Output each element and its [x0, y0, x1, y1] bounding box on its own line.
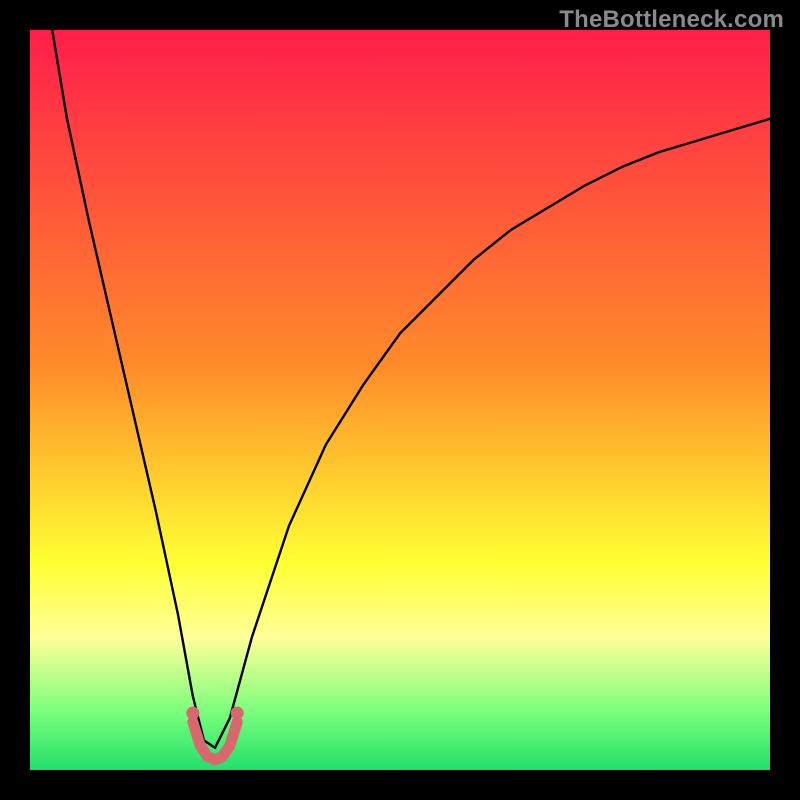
plot-area [30, 30, 770, 770]
gradient-rect [30, 30, 770, 770]
chart-frame: TheBottleneck.com [0, 0, 800, 800]
heatmap-background [30, 30, 770, 770]
